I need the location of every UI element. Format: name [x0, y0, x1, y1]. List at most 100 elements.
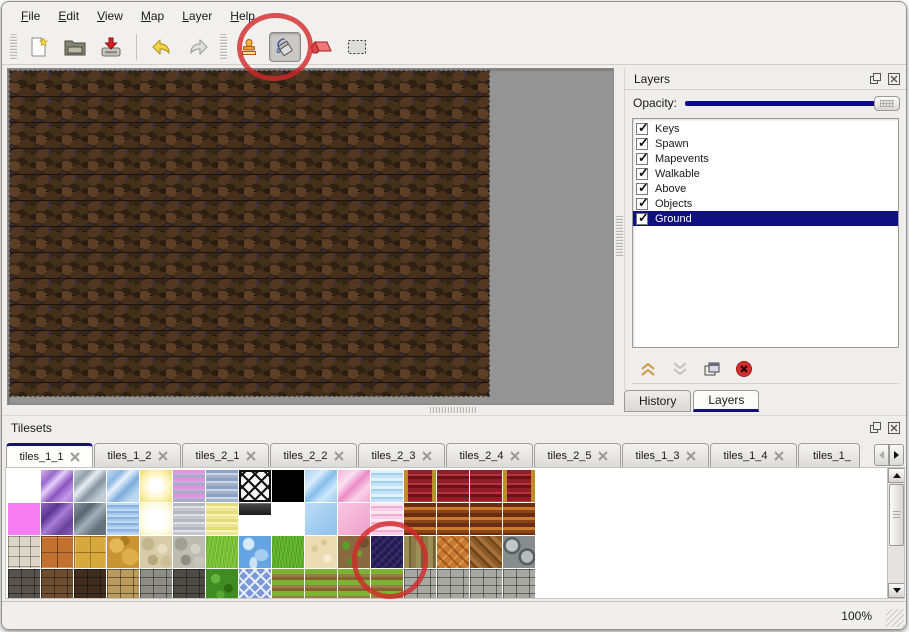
- layer-visibility-checkbox[interactable]: ✓: [636, 123, 648, 135]
- tile-herringbone[interactable]: [470, 536, 502, 568]
- tile-curtain-red[interactable]: [470, 470, 502, 502]
- tileset-tab-tiles_2_5[interactable]: tiles_2_5: [534, 443, 621, 467]
- tile-glass-purple-dark[interactable]: [41, 503, 73, 535]
- tab-close-icon[interactable]: [598, 451, 608, 461]
- raise-layer-button[interactable]: [638, 359, 658, 379]
- tile-weave[interactable]: [437, 536, 469, 568]
- scrollbar-thumb[interactable]: [889, 484, 904, 546]
- tab-close-icon[interactable]: [70, 452, 80, 462]
- tile-glass-blue[interactable]: [107, 470, 139, 502]
- layer-visibility-checkbox[interactable]: ✓: [636, 168, 648, 180]
- tile-stripes-pink[interactable]: [173, 470, 205, 502]
- dock-tab-layers[interactable]: Layers: [693, 390, 759, 412]
- menu-item-file[interactable]: File: [12, 5, 49, 27]
- tile-stripes-yellow[interactable]: [206, 503, 238, 535]
- layer-row-spawn[interactable]: ✓Spawn: [633, 136, 898, 151]
- layer-visibility-checkbox[interactable]: ✓: [636, 183, 648, 195]
- tile-path-grass[interactable]: [305, 569, 337, 599]
- tile-glass-gray-dark[interactable]: [74, 503, 106, 535]
- tile-empty[interactable]: [272, 503, 304, 535]
- tile-grass-bright[interactable]: [206, 536, 238, 568]
- tile-black[interactable]: [272, 470, 304, 502]
- scroll-up-button[interactable]: [888, 468, 905, 483]
- tile-wall-graybrick[interactable]: [437, 569, 469, 599]
- tab-close-icon[interactable]: [774, 451, 784, 461]
- opacity-slider-track[interactable]: [685, 101, 900, 106]
- menu-item-edit[interactable]: Edit: [49, 5, 88, 27]
- tile-wall-darkbrick[interactable]: [173, 569, 205, 599]
- scroll-tabs-left-button[interactable]: [874, 444, 889, 466]
- layer-row-keys[interactable]: ✓Keys: [633, 121, 898, 136]
- tile-wall-stone[interactable]: [140, 569, 172, 599]
- layer-row-ground[interactable]: ✓Ground: [633, 211, 898, 226]
- tile-white[interactable]: [8, 470, 40, 502]
- tile-pebbles-beige[interactable]: [140, 536, 172, 568]
- tile-glass-blue2[interactable]: [305, 470, 337, 502]
- tile-curtain-red-edge[interactable]: [404, 470, 436, 502]
- scroll-down-button[interactable]: [888, 583, 905, 598]
- tab-close-icon[interactable]: [334, 451, 344, 461]
- layer-row-above[interactable]: ✓Above: [633, 181, 898, 196]
- undo-button[interactable]: [146, 32, 178, 62]
- tile-glow-yellow[interactable]: [140, 470, 172, 502]
- open-file-button[interactable]: [59, 32, 91, 62]
- toolbar-drag-handle[interactable]: [220, 34, 227, 60]
- tileset-tab-tiles_2_1[interactable]: tiles_2_1: [182, 443, 269, 467]
- duplicate-layer-button[interactable]: [702, 359, 722, 379]
- tile-tiles-orange[interactable]: [41, 536, 73, 568]
- resize-grip[interactable]: [886, 609, 904, 627]
- layer-visibility-checkbox[interactable]: ✓: [636, 153, 648, 165]
- tileset-tab-tiles_2_2[interactable]: tiles_2_2: [270, 443, 357, 467]
- close-panel-icon[interactable]: [887, 421, 902, 435]
- menu-item-layer[interactable]: Layer: [173, 5, 221, 27]
- tab-close-icon[interactable]: [158, 451, 168, 461]
- new-file-button[interactable]: [23, 32, 55, 62]
- tile-stone-white[interactable]: [8, 536, 40, 568]
- tile-stripes-blue[interactable]: [206, 470, 238, 502]
- splitter-grip[interactable]: [430, 407, 476, 413]
- delete-layer-button[interactable]: [734, 359, 754, 379]
- tile-path-grass[interactable]: [272, 569, 304, 599]
- layer-row-walkable[interactable]: ✓Walkable: [633, 166, 898, 181]
- dock-tab-history[interactable]: History: [624, 390, 691, 412]
- tile-wall-brown[interactable]: [41, 569, 73, 599]
- save-file-button[interactable]: [95, 32, 127, 62]
- opacity-slider-thumb[interactable]: [874, 96, 900, 111]
- float-panel-icon[interactable]: [868, 421, 883, 435]
- tab-close-icon[interactable]: [422, 451, 432, 461]
- float-panel-icon[interactable]: [868, 72, 883, 86]
- tile-curtain-red[interactable]: [437, 470, 469, 502]
- tile-stone-gold[interactable]: [107, 536, 139, 568]
- redo-button[interactable]: [182, 32, 214, 62]
- tile-curtain-orange[interactable]: [470, 503, 502, 535]
- tile-grass-deep[interactable]: [272, 536, 304, 568]
- horizontal-splitter[interactable]: [2, 405, 624, 415]
- tile-glow-pale[interactable]: [140, 503, 172, 535]
- tab-close-icon[interactable]: [686, 451, 696, 461]
- tile-wall-darkbrown[interactable]: [74, 569, 106, 599]
- tileset-tab-tiles_2_3[interactable]: tiles_2_3: [358, 443, 445, 467]
- tile-tiles-gold[interactable]: [74, 536, 106, 568]
- tile-wall-darkgray[interactable]: [8, 569, 40, 599]
- tileset-tab-tiles_1[interactable]: tiles_1_: [798, 443, 860, 467]
- tile-lightblue[interactable]: [305, 503, 337, 535]
- tile-hedge[interactable]: [206, 569, 238, 599]
- tile-water[interactable]: [239, 536, 271, 568]
- splitter-grip[interactable]: [616, 216, 623, 256]
- menu-item-view[interactable]: View: [88, 5, 132, 27]
- opacity-slider[interactable]: [685, 95, 900, 111]
- tileset-tab-tiles_1_3[interactable]: tiles_1_3: [622, 443, 709, 467]
- tile-glass-pink2[interactable]: [338, 470, 370, 502]
- close-panel-icon[interactable]: [887, 72, 902, 86]
- tileset-tab-tiles_1_2[interactable]: tiles_1_2: [94, 443, 181, 467]
- layer-row-mapevents[interactable]: ✓Mapevents: [633, 151, 898, 166]
- tile-wave-blue[interactable]: [371, 470, 403, 502]
- tile-magenta[interactable]: [8, 503, 40, 535]
- map-viewport[interactable]: [7, 68, 614, 405]
- tile-wall-tan[interactable]: [107, 569, 139, 599]
- tile-water-tex[interactable]: [107, 503, 139, 535]
- map-canvas[interactable]: [10, 71, 489, 396]
- palette-scrollbar[interactable]: [887, 468, 904, 598]
- tile-curtain-orange[interactable]: [503, 503, 535, 535]
- tile-trellis[interactable]: [239, 569, 271, 599]
